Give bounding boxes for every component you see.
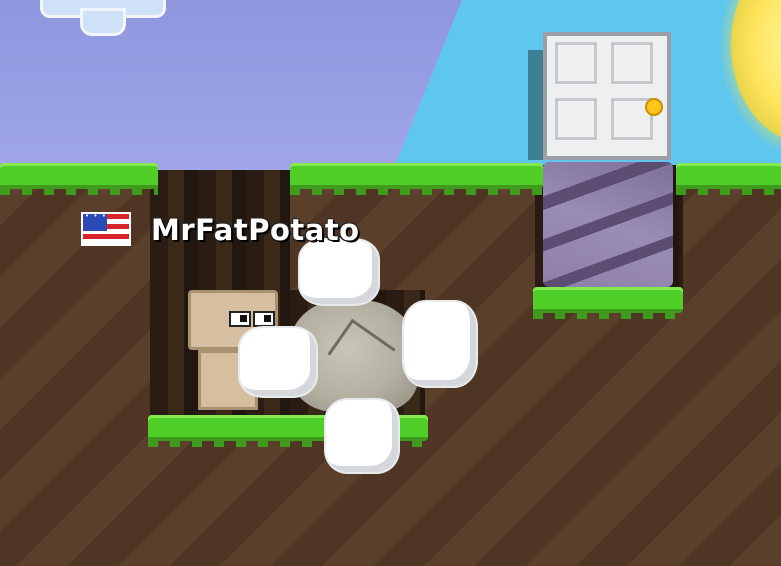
player-name-label: MrFatPotato [151,213,360,247]
door-block[interactable] [543,32,671,160]
grass-block[interactable] [290,163,543,195]
door-panel [555,42,597,84]
game-world[interactable]: MrFatPotato [0,0,781,566]
grass-block[interactable] [676,163,781,195]
door-panel [555,98,597,140]
smoke-puff-icon [326,400,398,472]
us-flag-icon [81,212,131,246]
smoke-puff-icon [404,302,476,386]
smoke-puff-icon [240,328,316,396]
player-eye [253,311,275,327]
flag-canton [83,212,107,231]
smoke-puff-icon [300,240,378,304]
door-knob-icon [645,98,663,116]
player-eye [229,311,251,327]
door-panel [611,42,653,84]
obsidian-block[interactable] [543,162,673,287]
cloud-icon [0,0,170,36]
grass-block[interactable] [0,163,158,195]
grass-block[interactable] [533,287,683,319]
